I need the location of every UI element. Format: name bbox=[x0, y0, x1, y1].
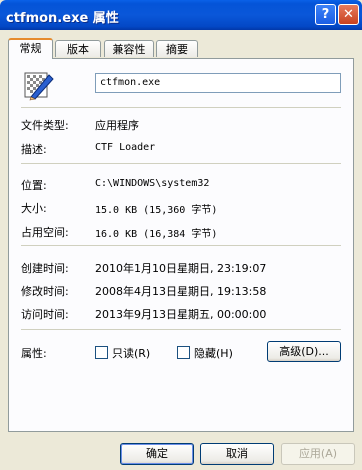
readonly-label[interactable]: 只读(R) bbox=[112, 345, 150, 361]
modified-value: 2008年4月13日星期日, 19:13:58 bbox=[95, 285, 267, 298]
hidden-label[interactable]: 隐藏(H) bbox=[194, 345, 233, 361]
tab-summary[interactable]: 摘要 bbox=[156, 40, 198, 57]
file-name-field[interactable]: ctfmon.exe bbox=[95, 73, 341, 93]
tab-version[interactable]: 版本 bbox=[55, 40, 101, 57]
size-label: 大小: bbox=[21, 202, 47, 215]
location-label: 位置: bbox=[21, 179, 47, 192]
size-on-disk-label: 占用空间: bbox=[21, 226, 69, 239]
hidden-checkbox[interactable] bbox=[177, 346, 190, 359]
cancel-button[interactable]: 取消 bbox=[200, 443, 274, 465]
apply-button[interactable]: 应用(A) bbox=[281, 443, 355, 465]
separator bbox=[21, 107, 341, 108]
file-type-label: 文件类型: bbox=[21, 119, 69, 132]
accessed-value: 2013年9月13日星期五, 00:00:00 bbox=[95, 308, 267, 321]
file-type-value: 应用程序 bbox=[95, 119, 139, 132]
tab-general[interactable]: 常规 bbox=[8, 38, 53, 59]
attributes-label: 属性: bbox=[21, 347, 47, 360]
modified-label: 修改时间: bbox=[21, 285, 69, 298]
description-value: CTF Loader bbox=[95, 142, 156, 153]
window-title: ctfmon.exe 属性 bbox=[6, 11, 119, 26]
size-value: 15.0 KB (15,360 字节) bbox=[95, 205, 218, 216]
separator bbox=[21, 245, 341, 246]
created-value: 2010年1月10日星期日, 23:19:07 bbox=[95, 262, 267, 275]
tab-compatibility[interactable]: 兼容性 bbox=[104, 40, 154, 57]
title-bar: ctfmon.exe 属性 ? ✕ bbox=[0, 0, 362, 30]
location-value: C:\WINDOWS\system32 bbox=[95, 178, 210, 189]
ok-button[interactable]: 确定 bbox=[120, 443, 194, 465]
help-button[interactable]: ? bbox=[315, 4, 336, 25]
readonly-checkbox[interactable] bbox=[95, 346, 108, 359]
accessed-label: 访问时间: bbox=[21, 308, 69, 321]
size-on-disk-value: 16.0 KB (16,384 字节) bbox=[95, 229, 218, 240]
separator bbox=[21, 329, 341, 330]
created-label: 创建时间: bbox=[21, 262, 69, 275]
close-button[interactable]: ✕ bbox=[338, 4, 359, 25]
advanced-button[interactable]: 高级(D)... bbox=[267, 341, 341, 362]
general-tab-panel: ctfmon.exe 文件类型: 应用程序 描述: CTF Loader 位置:… bbox=[8, 58, 354, 432]
separator bbox=[21, 163, 341, 164]
executable-file-icon bbox=[24, 72, 54, 101]
description-label: 描述: bbox=[21, 143, 47, 156]
